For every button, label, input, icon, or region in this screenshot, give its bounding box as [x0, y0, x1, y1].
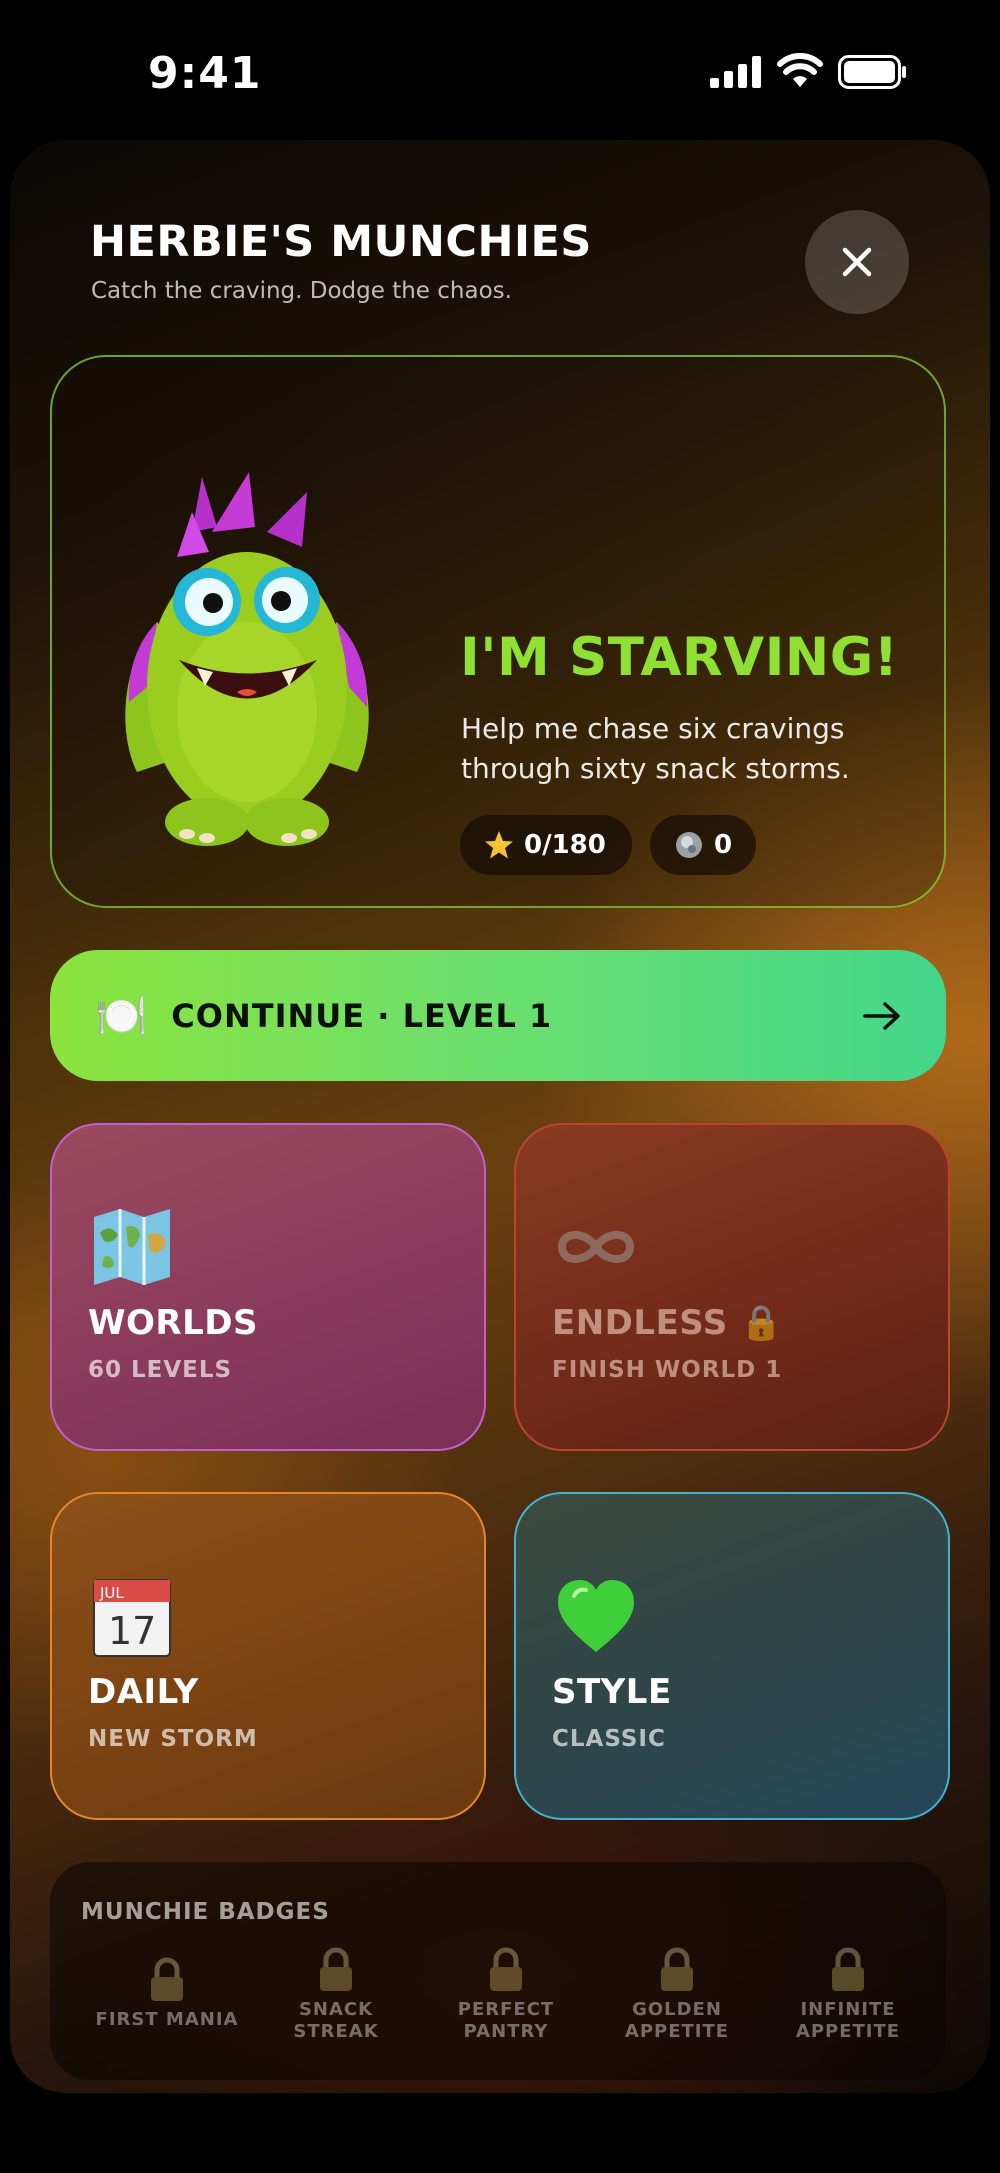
- lock-icon: [320, 1947, 352, 1991]
- continue-label: CONTINUE · LEVEL 1: [171, 996, 553, 1035]
- lock-icon: [490, 1947, 522, 1991]
- status-bar: 9:41: [0, 0, 1000, 140]
- badge-first-mania[interactable]: FIRST MANIA: [87, 1957, 247, 2031]
- calendar-icon: JUL 17: [93, 1579, 171, 1657]
- cellular-signal-icon: [710, 56, 761, 88]
- plate-cutlery-icon: 🍽️: [95, 990, 148, 1040]
- badge-name: FIRST MANIA: [95, 2009, 239, 2030]
- daily-sub: NEW STORM: [88, 1726, 258, 1752]
- coin-icon: [674, 830, 704, 860]
- lock-icon: [151, 1957, 183, 2001]
- endless-sub: FINISH WORLD 1: [552, 1357, 783, 1383]
- badge-name-line1: PERFECT: [457, 1999, 555, 2020]
- hero-card: I'M STARVING! Help me chase six cravings…: [50, 355, 946, 908]
- star-icon: [484, 830, 514, 860]
- close-icon: [842, 247, 872, 277]
- style-sub: CLASSIC: [552, 1726, 666, 1752]
- hero-title: I'M STARVING!: [460, 627, 899, 688]
- badges-panel: MUNCHIE BADGES FIRST MANIA SNACK STREAK P…: [50, 1862, 946, 2080]
- badge-name-line2: APPETITE: [624, 2021, 730, 2042]
- green-heart-icon: [558, 1580, 634, 1652]
- style-label: STYLE: [552, 1672, 672, 1712]
- daily-tile[interactable]: JUL 17 DAILY NEW STORM: [50, 1492, 486, 1820]
- lock-icon: [661, 1947, 693, 1991]
- badge-perfect-pantry[interactable]: PERFECT PANTRY: [426, 1947, 586, 2043]
- badge-name-line2: APPETITE: [795, 2021, 901, 2042]
- calendar-day: 17: [108, 1609, 156, 1653]
- close-button[interactable]: [805, 210, 909, 314]
- map-icon: [94, 1209, 170, 1285]
- badge-snack-streak[interactable]: SNACK STREAK: [256, 1947, 416, 2043]
- worlds-sub: 60 LEVELS: [88, 1357, 233, 1383]
- lock-icon: [832, 1947, 864, 1991]
- endless-label: ENDLESS 🔒: [552, 1303, 783, 1343]
- daily-label: DAILY: [88, 1672, 199, 1712]
- game-menu-sheet: HERBIE'S MUNCHIES Catch the craving. Dod…: [10, 140, 990, 2093]
- stars-value: 0/180: [524, 830, 606, 860]
- badge-name-line1: GOLDEN: [632, 1999, 722, 2020]
- game-subtitle: Catch the craving. Dodge the chaos.: [91, 278, 512, 304]
- battery-icon: [838, 55, 906, 89]
- status-time: 9:41: [148, 48, 262, 99]
- worlds-tile[interactable]: WORLDS 60 LEVELS: [50, 1123, 486, 1451]
- badge-infinite-appetite[interactable]: INFINITE APPETITE: [768, 1947, 928, 2043]
- infinity-icon: [557, 1231, 635, 1263]
- badge-name-line1: SNACK: [298, 1999, 374, 2020]
- endless-tile[interactable]: ENDLESS 🔒 FINISH WORLD 1: [514, 1123, 950, 1451]
- badge-name-line2: PANTRY: [463, 2021, 549, 2042]
- calendar-month: JUL: [99, 1584, 124, 1602]
- worlds-label: WORLDS: [88, 1303, 258, 1343]
- monster-character: [125, 472, 369, 846]
- badges-title: MUNCHIE BADGES: [81, 1899, 330, 1925]
- continue-button[interactable]: 🍽️ CONTINUE · LEVEL 1: [50, 950, 946, 1081]
- wifi-icon: [777, 53, 823, 87]
- arrow-right-icon: [863, 1001, 900, 1030]
- coins-value: 0: [714, 830, 733, 860]
- game-title: HERBIE'S MUNCHIES: [90, 217, 592, 267]
- style-tile[interactable]: STYLE CLASSIC: [514, 1492, 950, 1820]
- badge-name-line1: INFINITE: [800, 1999, 896, 2020]
- stars-counter: 0/180: [460, 815, 632, 875]
- coins-counter: 0: [650, 815, 756, 875]
- badge-name-line2: STREAK: [293, 2021, 379, 2042]
- badge-golden-appetite[interactable]: GOLDEN APPETITE: [597, 1947, 757, 2043]
- hero-description: Help me chase six cravings through sixty…: [461, 712, 850, 785]
